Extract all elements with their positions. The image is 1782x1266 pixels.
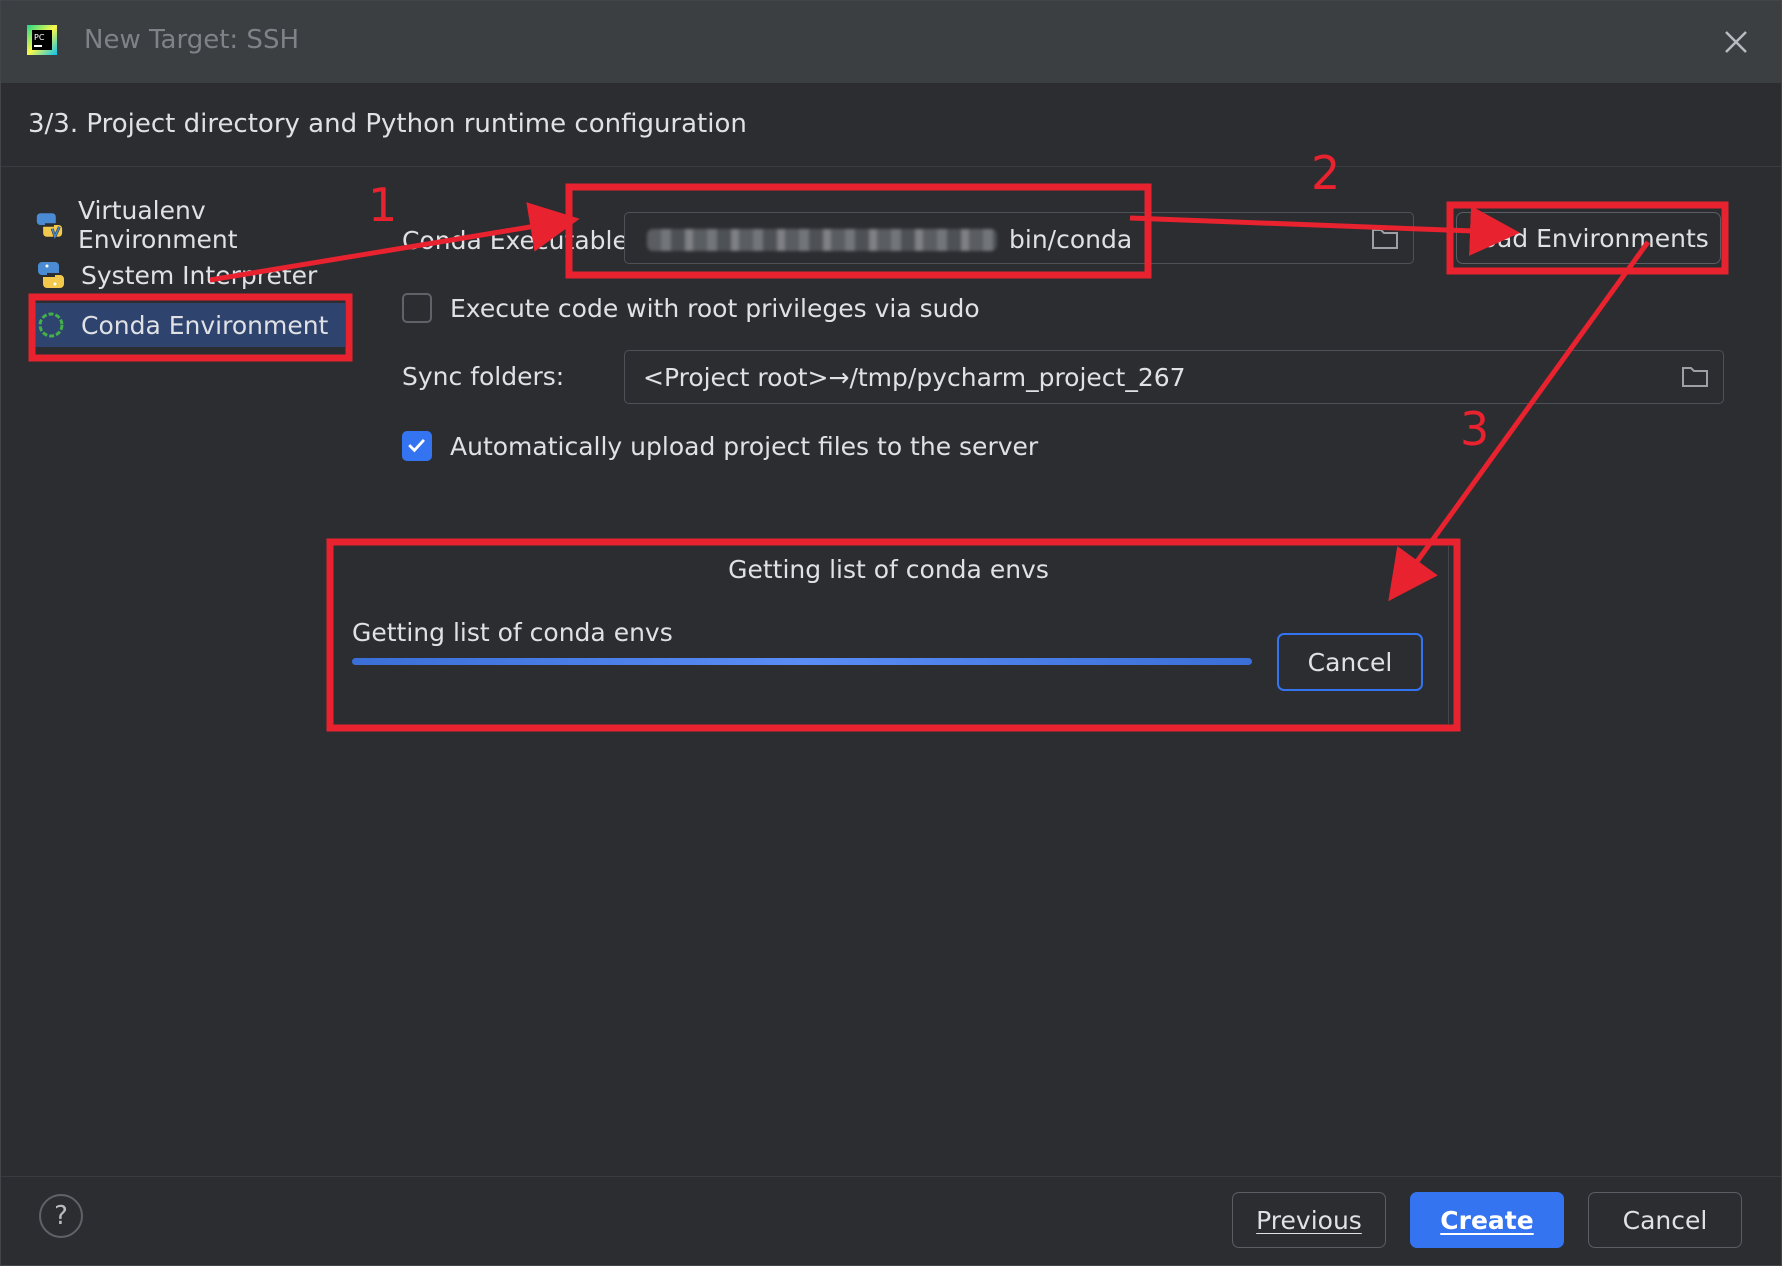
new-target-dialog: PC New Target: SSH 3/3. Project director… xyxy=(0,0,1782,1266)
close-icon[interactable] xyxy=(1721,27,1751,57)
help-icon[interactable]: ? xyxy=(39,1194,83,1238)
progress-label: Getting list of conda envs xyxy=(352,618,673,647)
sidebar-item-system-interpreter[interactable]: System Interpreter xyxy=(35,253,345,297)
step-title: 3/3. Project directory and Python runtim… xyxy=(28,109,747,139)
python-icon xyxy=(38,262,64,288)
conda-executable-label: Conda Executable: xyxy=(402,226,637,255)
conda-executable-value: bin/conda xyxy=(1009,225,1133,254)
load-environments-button[interactable]: Load Environments xyxy=(1456,212,1721,264)
sync-folders-field[interactable]: <Project root>→/tmp/pycharm_project_267 xyxy=(624,350,1724,404)
pycharm-icon: PC xyxy=(27,25,57,55)
auto-upload-label: Automatically upload project files to th… xyxy=(450,432,1039,461)
sidebar-item-label: Conda Environment xyxy=(81,310,329,340)
folder-icon[interactable] xyxy=(1371,226,1399,250)
checkmark-icon xyxy=(408,438,425,453)
annotation-number-2: 2 xyxy=(1311,146,1341,200)
sync-folders-value: <Project root>→/tmp/pycharm_project_267 xyxy=(643,363,1186,392)
conda-executable-field[interactable]: bin/conda xyxy=(624,212,1414,264)
svg-text:PC: PC xyxy=(34,33,45,42)
sudo-checkbox[interactable] xyxy=(402,293,432,323)
virtualenv-icon xyxy=(36,213,63,241)
progress-fill xyxy=(352,658,1252,665)
progress-cancel-button[interactable]: Cancel xyxy=(1277,633,1423,691)
sync-folders-label: Sync folders: xyxy=(402,362,565,391)
sudo-label: Execute code with root privileges via su… xyxy=(450,294,980,323)
auto-upload-checkbox[interactable] xyxy=(402,431,432,461)
folder-icon[interactable] xyxy=(1681,364,1709,388)
sidebar-item-label: System Interpreter xyxy=(81,260,318,290)
cancel-button[interactable]: Cancel xyxy=(1588,1192,1742,1248)
sidebar-item-virtualenv[interactable]: Virtualenv Environment xyxy=(35,196,345,254)
progress-title: Getting list of conda envs xyxy=(728,555,1049,584)
previous-button[interactable]: Previous xyxy=(1232,1192,1386,1248)
redacted-path xyxy=(647,229,997,251)
sidebar-item-label: Virtualenv Environment xyxy=(77,196,238,254)
sidebar-item-conda[interactable]: Conda Environment xyxy=(35,303,345,347)
progress-bar xyxy=(352,658,1252,665)
window-title: New Target: SSH xyxy=(84,25,299,55)
progress-panel-border xyxy=(1448,546,1449,724)
title-bar: PC New Target: SSH xyxy=(1,1,1781,83)
create-button[interactable]: Create xyxy=(1410,1192,1564,1248)
annotation-number-3: 3 xyxy=(1460,402,1490,456)
conda-icon xyxy=(38,312,64,338)
annotation-number-1: 1 xyxy=(368,178,398,232)
header-divider xyxy=(1,166,1781,167)
